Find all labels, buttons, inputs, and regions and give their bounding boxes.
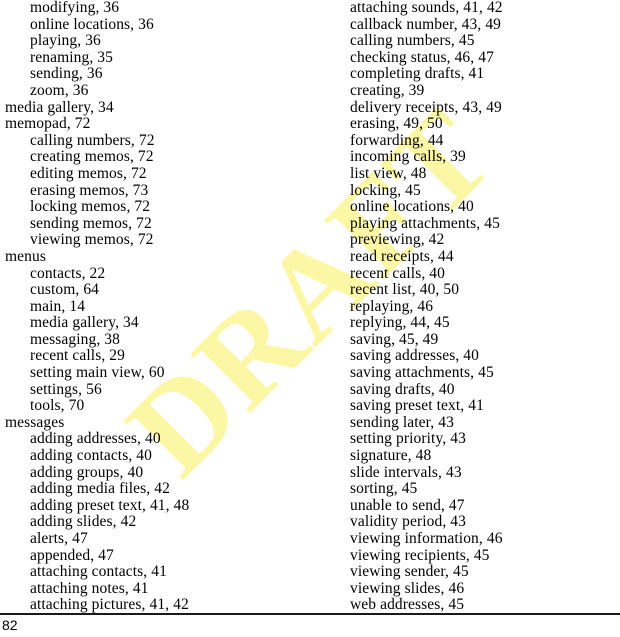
page-number: 82 — [2, 617, 18, 633]
index-entry: previewing, 42 — [350, 231, 445, 249]
index-entry: playing attachments, 45 — [350, 214, 500, 232]
index-entry: recent calls, 40 — [350, 264, 445, 282]
index-entry: saving attachments, 45 — [350, 364, 494, 382]
page-footer: 82 — [0, 613, 620, 633]
index-entry: read receipts, 44 — [350, 247, 454, 265]
index-entry: replying, 44, 45 — [350, 314, 450, 332]
index-entry: callback number, 43, 49 — [350, 15, 502, 33]
index-columns: modifying, 36 online locations, 36 playing… — [0, 0, 620, 613]
index-entry: sending later, 43 — [350, 413, 454, 431]
index-entry: setting main view, 60 — [30, 364, 165, 382]
index-entry: locking memos, 72 — [30, 198, 151, 216]
index-entry: setting priority, 43 — [350, 430, 466, 448]
index-entry: messaging, 38 — [30, 330, 120, 348]
index-entry: recent list, 40, 50 — [350, 281, 460, 299]
index-entry: attaching sounds, 41, 42 — [350, 0, 503, 16]
index-entry: validity period, 43 — [350, 513, 466, 531]
index-entry: recent calls, 29 — [30, 347, 125, 365]
index-entry: settings, 56 — [30, 380, 102, 398]
index-entry: viewing sender, 45 — [350, 563, 469, 581]
index-entry: editing memos, 72 — [30, 164, 147, 182]
footer-rule — [0, 613, 620, 615]
index-entry: zoom, 36 — [30, 81, 89, 99]
index-entry: online locations, 40 — [350, 198, 474, 216]
index-entry: web addresses, 45 — [350, 596, 465, 614]
index-entry: saving addresses, 40 — [350, 347, 479, 365]
index-entry: viewing recipients, 45 — [350, 546, 490, 564]
index-entry: attaching contacts, 41 — [30, 563, 167, 581]
index-entry: locking, 45 — [350, 181, 421, 199]
index-entry: custom, 64 — [30, 281, 100, 299]
index-entry: erasing memos, 73 — [30, 181, 149, 199]
index-entry: creating memos, 72 — [30, 148, 154, 166]
index-entry: signature, 48 — [350, 447, 432, 465]
index-entry: checking status, 46, 47 — [350, 48, 494, 66]
index-entry: tools, 70 — [30, 397, 85, 415]
index-entry: adding contacts, 40 — [30, 447, 152, 465]
index-entry: delivery receipts, 43, 49 — [350, 98, 502, 116]
index-entry: completing drafts, 41 — [350, 65, 485, 83]
index-entry: calling numbers, 72 — [30, 131, 155, 149]
index-entry: erasing, 49, 50 — [350, 115, 443, 133]
index-entry: calling numbers, 45 — [350, 32, 475, 50]
index-entry: incoming calls, 39 — [350, 148, 466, 166]
index-entry: sending memos, 72 — [30, 214, 152, 232]
index-entry: alerts, 47 — [30, 530, 88, 547]
index-column-left: modifying, 36 online locations, 36 playing… — [0, 0, 310, 614]
index-column-right: attaching sounds, 41, 42 callback number,… — [310, 0, 620, 614]
index-entry: appended, 47 — [30, 546, 114, 564]
index-entry: playing, 36 — [30, 32, 101, 50]
index-entry: adding groups, 40 — [30, 463, 144, 481]
index-entry: forwarding, 44 — [350, 131, 444, 149]
index-entry: contacts, 22 — [30, 264, 106, 282]
index-entry: memopad, 72 — [5, 115, 91, 133]
index-entry: main, 14 — [30, 297, 86, 315]
index-entry: replaying, 46 — [350, 297, 434, 315]
index-entry: attaching notes, 41 — [30, 579, 149, 597]
index-entry: media gallery, 34 — [5, 98, 114, 116]
index-entry: creating, 39 — [350, 81, 425, 99]
index-entry: modifying, 36 — [30, 0, 120, 16]
index-page: modifying, 36 online locations, 36 playing… — [0, 0, 620, 637]
index-entry: list view, 48 — [350, 164, 427, 182]
index-entry: slide intervals, 43 — [350, 463, 462, 481]
index-entry: unable to send, 47 — [350, 496, 465, 514]
index-entry: online locations, 36 — [30, 15, 154, 33]
index-entry: viewing slides, 46 — [350, 579, 465, 597]
index-entry: saving preset text, 41 — [350, 397, 484, 415]
index-entry: viewing information, 46 — [350, 530, 503, 547]
index-entry: attaching pictures, 41, 42 — [30, 596, 189, 614]
index-entry: sorting, 45 — [350, 480, 418, 498]
index-entry: saving, 45, 49 — [350, 330, 439, 348]
index-entry: viewing memos, 72 — [30, 231, 154, 249]
index-entry: renaming, 35 — [30, 48, 113, 66]
index-entry: adding addresses, 40 — [30, 430, 161, 448]
index-entry: media gallery, 34 — [30, 314, 139, 332]
index-entry: saving drafts, 40 — [350, 380, 455, 398]
index-entry: adding media files, 42 — [30, 480, 170, 498]
index-entry: sending, 36 — [30, 65, 103, 83]
index-entry: menus — [5, 247, 46, 265]
index-entry: adding preset text, 41, 48 — [30, 496, 190, 514]
index-entry: messages — [5, 413, 65, 431]
index-entry: adding slides, 42 — [30, 513, 137, 531]
